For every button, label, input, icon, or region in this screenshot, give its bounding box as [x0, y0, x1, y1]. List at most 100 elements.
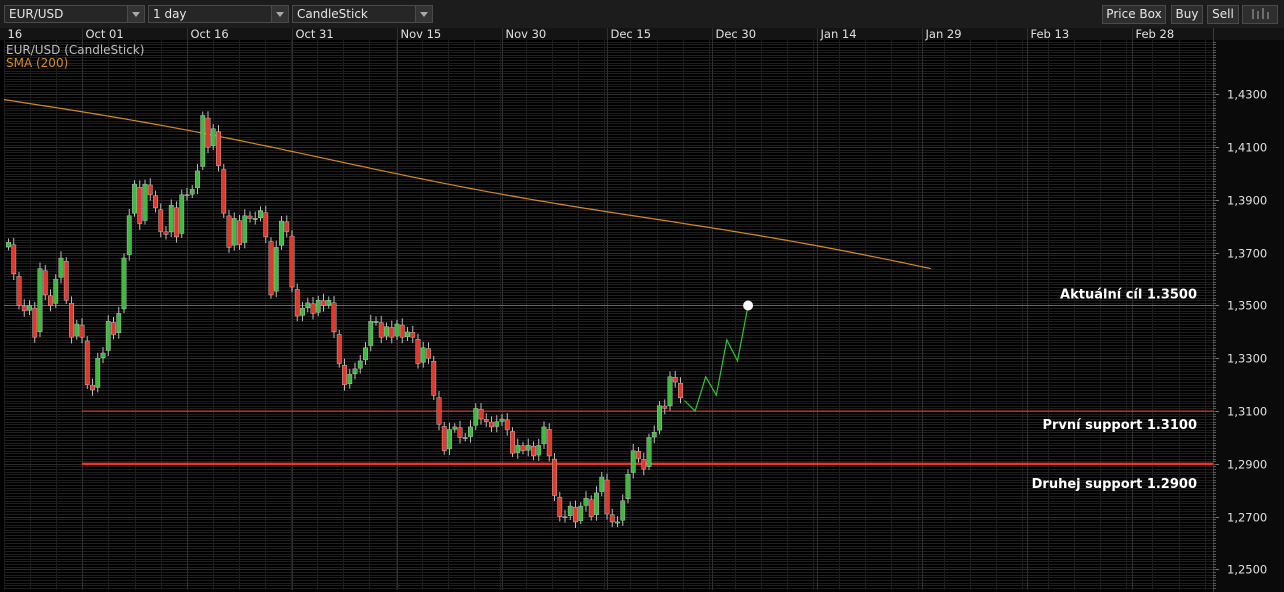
candle-body-down	[42, 270, 48, 296]
candle-body-up	[473, 408, 479, 426]
candle-body-down	[268, 241, 274, 296]
chart-settings-icon	[1252, 8, 1269, 19]
candle-body-up	[200, 115, 206, 167]
chart-type-select-value: CandleStick	[297, 7, 368, 21]
candle-body-down	[641, 459, 647, 470]
y-tick-label: 1,2900	[1227, 458, 1267, 472]
candle-body-down	[441, 426, 447, 451]
candle-body-up	[468, 426, 473, 437]
candle-body-down	[216, 131, 221, 166]
candle-body-up	[394, 323, 400, 337]
candle	[179, 189, 185, 239]
chevron-down-icon	[271, 6, 288, 22]
candle-body-up	[132, 183, 137, 214]
chart-type-select[interactable]: CandleStick	[292, 5, 433, 23]
candle-body-up	[273, 247, 279, 292]
candle-body-down	[478, 409, 484, 420]
candle-body-up	[499, 418, 505, 422]
candle	[95, 352, 101, 393]
candle	[53, 274, 59, 308]
price-chart[interactable]: 16 Oct 01 Oct 16 Oct 31 Nov 15 Nov 30 Dec 15 De…	[0, 28, 1284, 592]
candle-body-down	[531, 446, 536, 457]
candle-body-up	[667, 376, 673, 407]
candle-body-down	[11, 244, 17, 275]
candle-body-down	[294, 289, 300, 317]
interval-select[interactable]: 1 day	[148, 5, 289, 23]
x-tick-label: Dec 30	[716, 28, 757, 41]
candle	[174, 201, 179, 243]
candle-body-down	[16, 276, 22, 306]
x-tick-label: Jan 29	[925, 28, 962, 41]
x-tick-label: Jan 14	[820, 28, 857, 41]
buy-button[interactable]: Buy	[1171, 5, 1203, 24]
x-tick-label: Dec 15	[611, 28, 652, 41]
candle-body-up	[452, 426, 458, 430]
candle	[126, 208, 132, 261]
candle-body-up	[525, 445, 531, 451]
price-box-button[interactable]: Price Box	[1102, 5, 1166, 24]
y-axis: 1,4300 1,4100 1,3900 1,3700 1,3500 1,3300 1,31…	[1213, 28, 1284, 592]
candle-body-up	[357, 360, 363, 369]
candle-body-down	[483, 418, 489, 422]
candle-body-down	[69, 302, 74, 338]
candle-body-up	[95, 358, 101, 388]
candle-body-up	[646, 437, 652, 467]
candle-body-up	[599, 476, 605, 492]
chevron-down-icon	[127, 6, 144, 22]
candle	[604, 473, 610, 520]
candle-body-up	[195, 170, 200, 189]
candle-body-down	[399, 324, 405, 338]
y-tick-label: 1,2700	[1227, 511, 1267, 525]
candle-body-up	[583, 497, 589, 506]
candle-body-down	[247, 215, 253, 219]
candle-body-down	[389, 327, 395, 338]
candle	[294, 283, 300, 322]
x-tick-label: Nov 30	[506, 28, 547, 41]
candle-body-down	[609, 514, 615, 523]
candle-body-up	[100, 352, 106, 359]
candle-body-up	[121, 257, 127, 310]
level-label: Aktuální cíl 1.3500	[1060, 287, 1197, 302]
candle	[441, 421, 447, 455]
symbol-select[interactable]: EUR/USD	[4, 5, 145, 23]
candle-body-up	[515, 445, 521, 453]
candle-body-up	[142, 183, 148, 221]
candle-body-down	[662, 405, 668, 409]
candle-body-up	[625, 474, 631, 499]
candle-body-up	[405, 331, 410, 337]
candle	[289, 230, 295, 293]
candle-body-down	[552, 458, 557, 496]
candle-body-down	[153, 195, 158, 209]
candle-body-up	[594, 492, 599, 515]
candle-body-down	[90, 384, 95, 391]
candle-body-down	[573, 507, 578, 523]
candle-body-down	[546, 429, 552, 457]
candle-body-down	[426, 348, 431, 359]
candle-body-up	[74, 323, 80, 337]
candle	[273, 240, 279, 298]
candle	[200, 111, 206, 170]
candle-body-up	[651, 431, 657, 438]
chart-settings-button[interactable]	[1242, 5, 1278, 24]
candle-body-up	[562, 516, 568, 519]
candle-body-down	[431, 361, 437, 396]
candle-body-up	[447, 429, 452, 450]
candle	[105, 315, 111, 356]
candle-body-down	[636, 451, 641, 459]
candle-body-down	[158, 209, 164, 232]
candle	[226, 209, 232, 253]
candle-body-up	[105, 321, 111, 351]
candle-body-up	[116, 313, 122, 334]
y-axis-band	[1213, 40, 1284, 592]
candle-body-down	[237, 220, 242, 245]
candle-body-down	[342, 365, 347, 385]
candle-body-up	[352, 368, 358, 374]
candle-body-down	[289, 235, 295, 288]
target-point	[743, 300, 754, 311]
candle	[268, 237, 274, 299]
candle-body-down	[678, 383, 683, 399]
x-tick-label: Nov 15	[401, 28, 442, 41]
sell-button[interactable]: Sell	[1207, 5, 1239, 24]
candle-body-down	[410, 332, 416, 338]
candle-body-up	[462, 437, 468, 439]
